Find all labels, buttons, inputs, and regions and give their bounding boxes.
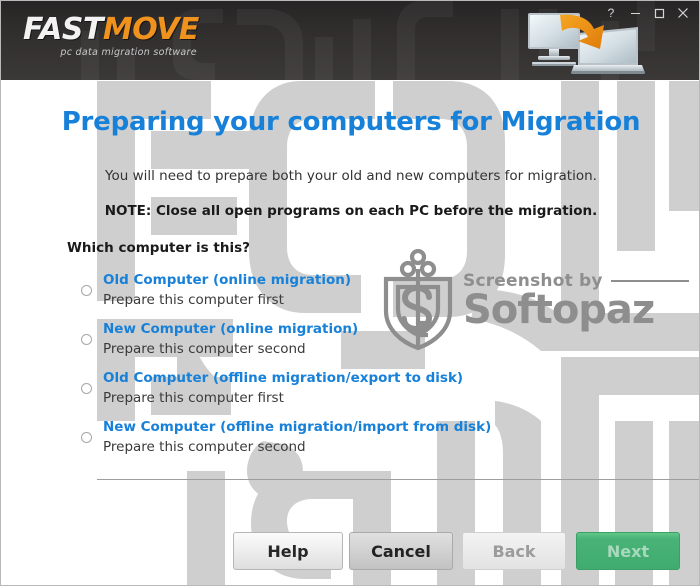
help-button[interactable]: Help [233,532,343,570]
back-button[interactable]: Back [462,532,566,570]
window-controls: ? [599,3,695,23]
close-glyph [678,8,688,18]
option-old-computer-online[interactable]: Old Computer (online migration) Prepare … [81,270,601,319]
content-area: Preparing your computers for Migration Y… [1,80,699,585]
title-bar: FASTMOVE pc data migration software ? [1,1,699,80]
logo-tagline: pc data migration software [60,47,197,58]
intro-text: You will need to prepare both your old a… [105,168,597,184]
maximize-glyph [654,8,664,18]
cancel-button[interactable]: Cancel [349,532,453,570]
note-text: NOTE: Close all open programs on each PC… [104,203,598,219]
minimize-icon[interactable] [623,3,647,23]
computer-role-radio-group: Old Computer (online migration) Prepare … [81,270,601,466]
app-logo: FASTMOVE pc data migration software [23,12,200,59]
option-new-computer-offline[interactable]: New Computer (offline migration/import f… [81,417,601,466]
option-subtitle: Prepare this computer second [103,439,306,455]
close-icon[interactable] [671,3,695,23]
option-title[interactable]: New Computer (online migration) [103,319,601,339]
option-new-computer-online[interactable]: New Computer (online migration) Prepare … [81,319,601,368]
option-title[interactable]: New Computer (offline migration/import f… [103,417,601,437]
help-icon[interactable]: ? [599,3,623,23]
page-title: Preparing your computers for Migration [61,107,641,137]
question-label: Which computer is this? [67,240,250,256]
logo-secondary-text: MOVE [102,12,200,47]
logo-primary-text: FAST [23,12,103,47]
radio-new-computer-online[interactable] [81,334,92,345]
option-title[interactable]: Old Computer (online migration) [103,270,601,290]
option-old-computer-offline[interactable]: Old Computer (offline migration/export t… [81,368,601,417]
fastmove-application-window: FASTMOVE pc data migration software ? Pr… [0,0,700,586]
option-title[interactable]: Old Computer (offline migration/export t… [103,368,601,388]
radio-old-computer-offline[interactable] [81,383,92,394]
radio-new-computer-offline[interactable] [81,432,92,443]
maximize-icon[interactable] [647,3,671,23]
footer-button-bar: Help Cancel Back Next [1,532,699,585]
minimize-glyph [630,12,640,14]
next-button[interactable]: Next [576,532,680,570]
option-subtitle: Prepare this computer second [103,341,306,357]
option-subtitle: Prepare this computer first [103,292,284,308]
option-subtitle: Prepare this computer first [103,390,284,406]
footer-divider [97,479,699,480]
help-glyph: ? [607,6,615,20]
radio-old-computer-online[interactable] [81,285,92,296]
